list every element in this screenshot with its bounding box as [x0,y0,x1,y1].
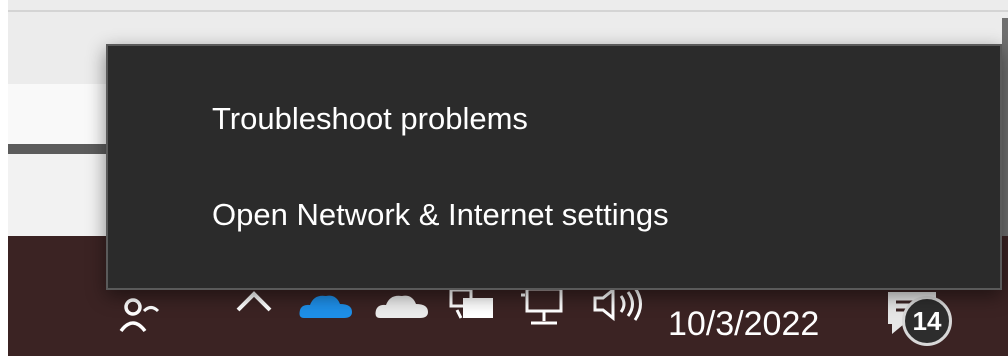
notification-center-button[interactable]: 14 [880,288,970,352]
people-icon[interactable] [112,290,168,340]
network-wired-icon[interactable] [516,284,572,330]
volume-icon[interactable] [588,284,648,324]
toolbar-divider [8,10,1008,12]
taskbar-clock-date[interactable]: 10/3/2022 [668,300,838,348]
onedrive-white-icon[interactable] [372,288,432,324]
menu-item-troubleshoot-problems[interactable]: Troubleshoot problems [108,74,1000,164]
background-window-scrollbar[interactable] [1002,18,1008,238]
notification-count-badge: 14 [902,296,952,346]
menu-item-open-network-settings[interactable]: Open Network & Internet settings [108,170,1000,260]
device-icon[interactable] [444,284,500,324]
onedrive-blue-icon[interactable] [296,288,356,324]
network-context-menu: Troubleshoot problems Open Network & Int… [106,44,1002,290]
